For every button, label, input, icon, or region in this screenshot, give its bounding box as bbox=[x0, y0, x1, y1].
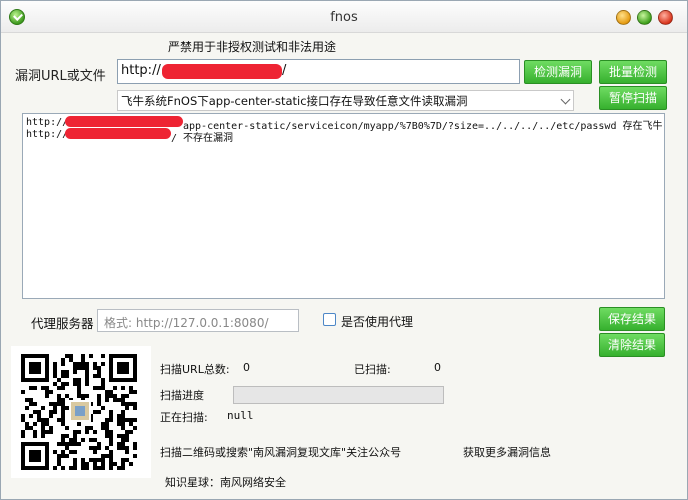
maximize-icon[interactable] bbox=[637, 10, 652, 25]
url-label: 漏洞URL或文件 bbox=[15, 69, 106, 84]
results-output[interactable]: http:// app-center-static/serviceicon/my… bbox=[22, 113, 665, 299]
result-detail: app-center-static/serviceicon/myapp/%7B0… bbox=[183, 121, 663, 132]
redacted-host bbox=[162, 64, 282, 79]
title-bar: fnos bbox=[1, 1, 687, 33]
chevron-down-icon bbox=[560, 94, 571, 105]
vuln-select[interactable]: 飞牛系统FnOS下app-center-static接口存在导致任意文件读取漏洞 bbox=[117, 90, 574, 111]
proxy-label: 代理服务器 bbox=[31, 316, 94, 331]
legal-warning: 严禁用于非授权测试和非法用途 bbox=[168, 40, 337, 54]
result-line: http:// bbox=[26, 129, 68, 140]
window-title: fnos bbox=[330, 10, 358, 25]
save-results-button[interactable]: 保存结果 bbox=[599, 307, 665, 331]
redacted-host bbox=[65, 116, 183, 127]
minimize-icon[interactable] bbox=[616, 10, 631, 25]
close-icon[interactable] bbox=[658, 10, 673, 25]
url-input[interactable]: http:// / bbox=[117, 59, 520, 84]
more-info-text: 获取更多漏洞信息 bbox=[463, 446, 551, 459]
use-proxy-label: 是否使用代理 bbox=[341, 315, 414, 329]
batch-detect-button[interactable]: 批量检测 bbox=[599, 60, 667, 84]
url-suffix: / bbox=[282, 63, 287, 78]
scanned-value: 0 bbox=[434, 361, 441, 374]
use-proxy-checkbox[interactable] bbox=[323, 313, 336, 326]
result-detail: / 不存在漏洞 bbox=[171, 133, 234, 144]
result-prefix: http:// bbox=[26, 129, 69, 140]
redacted-host bbox=[65, 128, 171, 139]
scan-progress-bar bbox=[233, 386, 444, 404]
current-scan-value: null bbox=[227, 409, 254, 422]
current-scan-label: 正在扫描: bbox=[160, 411, 208, 424]
app-window: fnos 严禁用于非授权测试和非法用途 漏洞URL或文件 http:// / 检… bbox=[0, 0, 688, 500]
proxy-input[interactable]: 格式: http://127.0.0.1:8080/ bbox=[97, 309, 299, 332]
detect-button[interactable]: 检测漏洞 bbox=[524, 60, 592, 84]
qr-code-icon bbox=[21, 354, 137, 470]
scanned-label: 已扫描: bbox=[354, 363, 391, 376]
url-prefix: http:// bbox=[121, 63, 161, 78]
result-prefix: http:// bbox=[26, 117, 69, 128]
qr-code bbox=[11, 346, 151, 478]
progress-label: 扫描进度 bbox=[160, 389, 204, 402]
total-urls-label: 扫描URL总数: bbox=[160, 363, 230, 376]
knowledge-planet-text: 知识星球：南风网络安全 bbox=[165, 476, 286, 489]
result-line: http:// bbox=[26, 117, 68, 128]
qr-hint-text: 扫描二维码或搜索"南风漏洞复现文库"关注公众号 bbox=[160, 446, 402, 459]
pause-scan-button[interactable]: 暂停扫描 bbox=[599, 86, 667, 110]
clear-results-button[interactable]: 清除结果 bbox=[599, 333, 665, 357]
vuln-select-value: 飞牛系统FnOS下app-center-static接口存在导致任意文件读取漏洞 bbox=[121, 94, 468, 108]
total-urls-value: 0 bbox=[243, 361, 250, 374]
